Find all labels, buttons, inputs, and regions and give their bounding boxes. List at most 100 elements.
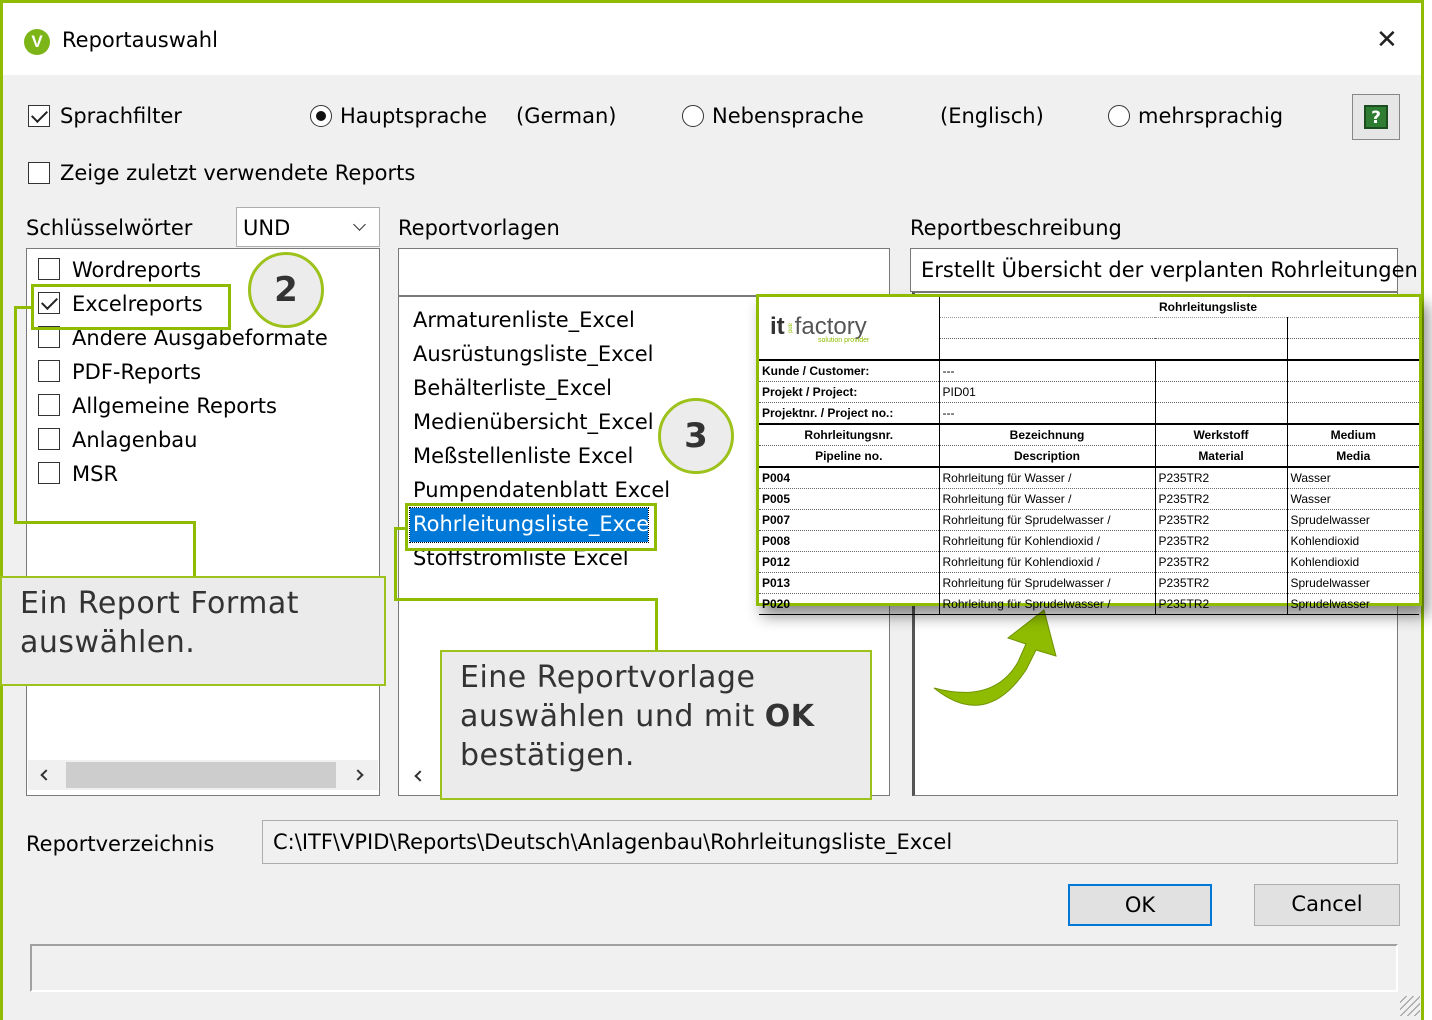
table-row: P020 Rohrleitung für Sprudelwasser / P235T… [759,593,1419,615]
sprachfilter-checkbox[interactable] [28,105,50,127]
logo-sub: solution provider [818,336,870,344]
sprachfilter-label: Sprachfilter [60,104,182,128]
hauptsprache-radio[interactable] [310,105,332,127]
app-logo-icon: V [24,29,50,55]
callout-format-text: Ein Report Format auswählen. [20,586,300,660]
nebensprache-value: (Englisch) [940,104,1044,128]
description-label: Reportbeschreibung [910,216,1122,240]
mehrsprachig-radio[interactable] [1108,105,1130,127]
meta-label: Projektnr. / Project no.: [759,402,939,425]
template-item[interactable]: Pumpendatenblatt Excel [413,480,670,501]
preview-title: Rohrleitungsliste [1155,297,1419,318]
directory-label: Reportverzeichnis [26,832,215,856]
connector-line [655,598,658,650]
keyword-checkbox-pdf[interactable] [38,360,60,382]
ok-button[interactable]: OK [1068,884,1212,926]
meta-value: --- [938,402,1155,425]
hauptsprache-label: Hauptsprache [340,104,488,128]
scroll-thumb[interactable] [66,762,336,788]
excel-preview: it andfactory solution provider Rohrleitu… [756,294,1422,615]
connector-line [14,521,196,524]
logo-and: and [786,323,793,334]
meta-label: Projekt / Project: [759,381,939,403]
col-header: Werkstoff [1154,424,1287,446]
col-header: Material [1154,445,1287,468]
operator-value: UND [243,216,291,240]
keyword-item: Wordreports [72,258,202,282]
keyword-item: Allgemeine Reports [72,394,277,418]
hauptsprache-value: (German) [516,104,617,128]
template-item[interactable]: Armaturenliste_Excel [413,310,635,331]
keyword-checkbox-allgemein[interactable] [38,394,60,416]
resize-grip-icon[interactable] [1400,996,1420,1016]
keyword-checkbox-anlagenbau[interactable] [38,428,60,450]
keyword-item: Andere Ausgabeformate [72,326,328,350]
keywords-label: Schlüsselwörter [26,216,193,240]
template-item[interactable]: Behälterliste_Excel [413,378,612,399]
cancel-button[interactable]: Cancel [1254,884,1400,926]
col-header: Media [1286,445,1419,468]
meta-value: PID01 [938,381,1155,403]
status-bar [30,944,1398,992]
connector-line [394,598,658,601]
zeige-reports-checkbox[interactable] [28,162,50,184]
directory-value: C:\ITF\VPID\Reports\Deutsch\Anlagenbau\R… [273,830,953,854]
keyword-scrollbar[interactable] [28,760,378,790]
col-header: Description [938,445,1155,468]
operator-select[interactable]: UND [236,207,380,247]
nebensprache-radio[interactable] [682,105,704,127]
directory-field: C:\ITF\VPID\Reports\Deutsch\Anlagenbau\R… [262,820,1398,864]
keyword-checkbox-msr[interactable] [38,462,60,484]
help-icon: ? [1364,105,1388,129]
logo-it: it [770,312,785,340]
col-header: Bezeichnung [938,424,1155,446]
close-icon[interactable]: ✕ [1376,27,1398,53]
template-item[interactable]: Medienübersicht_Excel [413,412,654,433]
nebensprache-label: Nebensprache [712,104,864,128]
step-3-badge: 3 [658,398,734,474]
col-header: Pipeline no. [759,445,939,468]
preview-table: it andfactory solution provider Rohrleitu… [759,297,1419,615]
step-2-badge: 2 [248,252,324,328]
scroll-left-icon[interactable] [40,769,52,781]
chevron-down-icon [353,218,366,231]
help-button[interactable]: ? [1352,94,1400,140]
templates-label: Reportvorlagen [398,216,560,240]
connector-line [14,306,17,524]
callout-vorlage-post: bestätigen. [460,738,635,773]
mehrsprachig-label: mehrsprachig [1138,104,1284,128]
scroll-right-icon[interactable] [352,769,364,781]
rohrleitung-highlight [405,503,657,551]
callout-vorlage-ok: OK [764,699,815,734]
connector-line [394,527,397,601]
description-value: Erstellt Übersicht der verplanten Rohrle… [921,258,1418,282]
window-title: Reportauswahl [62,28,218,52]
meta-label: Kunde / Customer: [759,360,939,382]
connector-line [193,521,196,577]
template-item[interactable]: Ausrüstungsliste_Excel [413,344,654,365]
template-search-input[interactable] [398,248,890,296]
zeige-reports-label: Zeige zuletzt verwendete Reports [60,161,416,185]
table-row: P012 Rohrleitung für Kohlendioxid / P235TR… [759,551,1419,573]
col-header: Rohrleitungsnr. [759,424,939,446]
table-row: P004 Rohrleitung für Wasser / P235TR2 Wasse… [759,467,1419,489]
keyword-checkbox-word[interactable] [38,258,60,280]
callout-vorlage: Eine Reportvorlage auswählen und mit OK … [440,650,872,800]
col-header: Medium [1286,424,1419,446]
table-row: P013 Rohrleitung für Sprudelwasser / P235T… [759,572,1419,594]
table-row: P007 Rohrleitung für Sprudelwasser / P235T… [759,509,1419,531]
template-item[interactable]: Meßstellenliste Excel [413,446,633,467]
description-text: Erstellt Übersicht der verplanten Rohrle… [910,248,1418,292]
meta-value: --- [938,360,1155,382]
template-item[interactable]: Stoffstromliste Excel [413,548,629,569]
callout-vorlage-pre: Eine Reportvorlage auswählen und mit [460,660,765,734]
table-row: P005 Rohrleitung für Wasser / P235TR2 Wasse… [759,488,1419,510]
preview-logo: it andfactory solution provider [759,297,939,361]
excelreports-highlight [31,284,231,330]
curved-arrow-icon [933,609,1057,706]
table-row: P008 Rohrleitung für Kohlendioxid / P235TR… [759,530,1419,552]
callout-format: Ein Report Format auswählen. [0,576,386,686]
keyword-item: Anlagenbau [72,428,198,452]
keyword-item: MSR [72,462,119,486]
keyword-item: PDF-Reports [72,360,202,384]
